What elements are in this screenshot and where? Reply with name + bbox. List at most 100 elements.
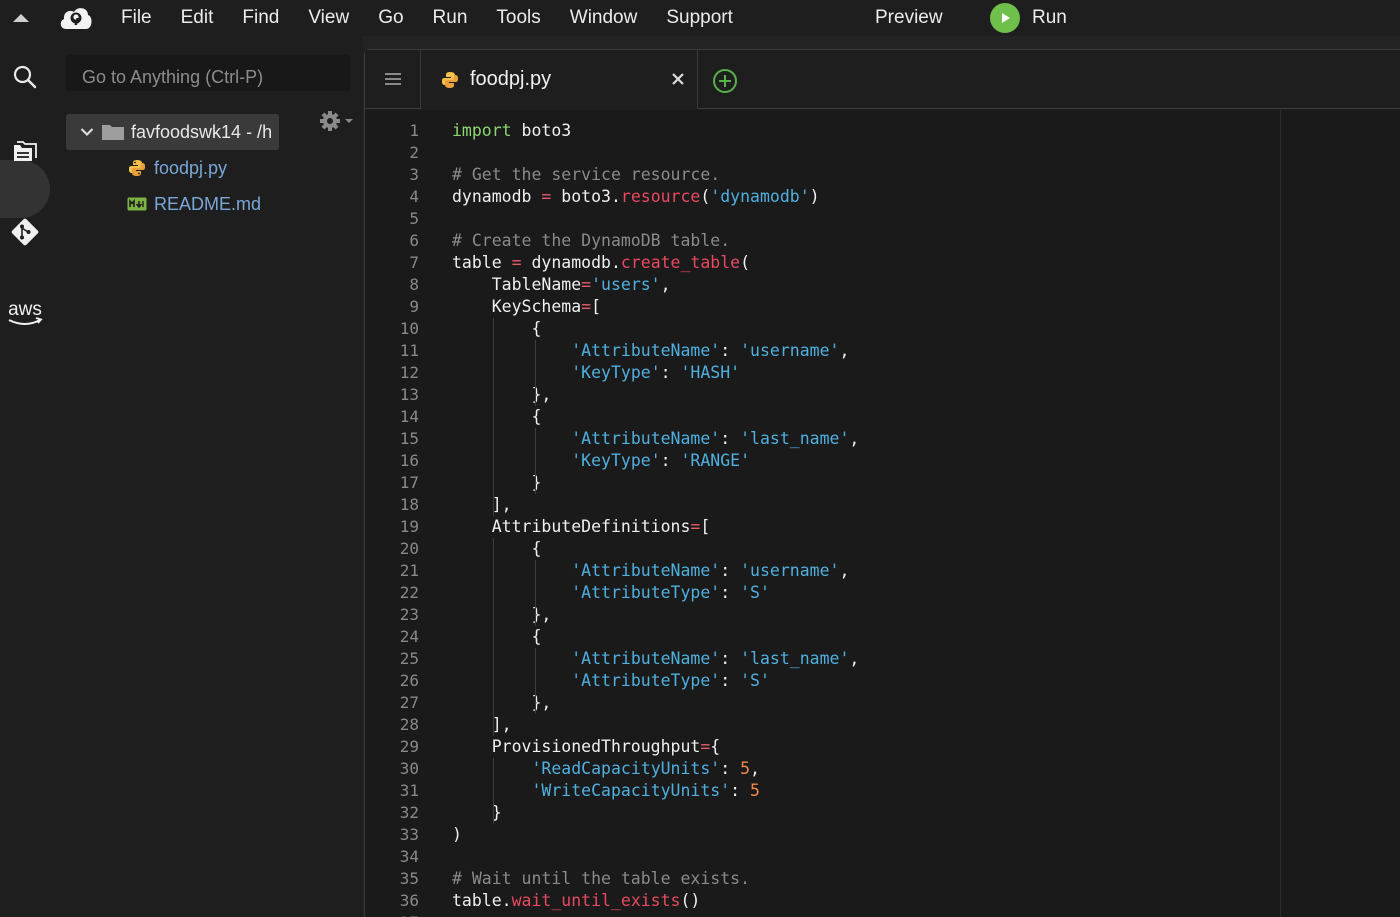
code-line: 24 { (365, 626, 1400, 648)
cloud9-logo[interactable] (58, 3, 94, 33)
indent-guide (534, 428, 536, 494)
line-number: 19 (399, 517, 419, 536)
run-button[interactable]: Run (990, 3, 1067, 33)
tab-foodpj[interactable]: foodpj.py (422, 50, 698, 109)
tab-list-button[interactable] (365, 50, 421, 108)
code-token: dynamodb. (521, 253, 621, 272)
line-source: { (452, 406, 541, 428)
line-number: 21 (399, 561, 419, 580)
code-line: 34 (365, 846, 1400, 868)
menu-tools[interactable]: Tools (496, 7, 540, 29)
cloud9-logo-icon (60, 8, 92, 29)
tree-file-foodpj[interactable]: foodpj.py (127, 155, 227, 181)
tree-settings-button[interactable] (318, 109, 356, 135)
menu-support[interactable]: Support (666, 7, 733, 29)
code-line: 33) (365, 824, 1400, 846)
code-token: 5 (740, 759, 751, 778)
code-line: 29 ProvisionedThroughput={ (365, 736, 1400, 758)
line-source: # Wait until the table exists. (452, 868, 750, 890)
tree-file-readme[interactable]: README.md (127, 191, 261, 217)
search-button[interactable] (0, 64, 50, 90)
workspace-root-folder[interactable]: favfoodswk14 - /h (66, 114, 279, 150)
menu-view[interactable]: View (308, 7, 349, 29)
close-icon[interactable] (670, 71, 686, 87)
line-source: table.wait_until_exists() (452, 890, 700, 912)
code-token: : (720, 649, 741, 668)
code-token: { (452, 539, 542, 558)
line-number: 2 (409, 143, 419, 162)
code-token: ], (452, 715, 512, 734)
line-number: 36 (399, 891, 419, 910)
code-token: 'dynamodb' (710, 187, 810, 206)
code-token: : (660, 363, 681, 382)
code-token: ], (452, 495, 512, 514)
code-token: 5 (750, 781, 760, 800)
tab-label: foodpj.py (470, 68, 552, 90)
line-number: 11 (399, 341, 419, 360)
line-source: ProvisionedThroughput={ (452, 736, 721, 758)
line-number: 34 (399, 847, 419, 866)
search-icon (13, 65, 37, 89)
menu-file[interactable]: File (121, 7, 152, 29)
code-token: 'username' (740, 341, 840, 360)
line-number: 13 (399, 385, 419, 404)
code-line: 1 import boto3 (365, 120, 1400, 142)
line-number: 18 (399, 495, 419, 514)
code-line: 17 } (365, 472, 1400, 494)
menu-go[interactable]: Go (378, 7, 403, 29)
code-line: 2 (365, 142, 1400, 164)
code-token: }, (452, 605, 552, 624)
aws-toolkit-button[interactable]: aws (0, 298, 50, 330)
code-token: AttributeDefinitions (452, 517, 691, 536)
code-token: = (541, 187, 552, 206)
code-token: # Wait until the table exists. (452, 869, 751, 888)
code-editor[interactable]: 1 import boto3 2 3 # Get the service resourc… (365, 110, 1400, 917)
line-source: 'AttributeType': 'S' (452, 670, 770, 692)
code-line: 21 'AttributeName': 'username', (365, 560, 1400, 582)
tab-bar: foodpj.py (365, 50, 1400, 109)
menu-edit[interactable]: Edit (181, 7, 214, 29)
line-source: dynamodb = boto3.resource('dynamodb') (452, 186, 820, 208)
code-token: : (720, 429, 741, 448)
menu-run[interactable]: Run (433, 7, 468, 29)
collapse-menu-button[interactable] (10, 10, 32, 26)
code-token: , (839, 561, 850, 580)
line-source: }, (452, 604, 551, 626)
source-control-button[interactable] (0, 217, 50, 247)
line-number: 22 (399, 583, 419, 602)
preview-button[interactable]: Preview (875, 7, 943, 29)
line-source: # Get the service resource. (452, 164, 720, 186)
code-token: # Create the DynamoDB table. (452, 231, 731, 250)
code-token: { (710, 737, 721, 756)
line-source: } (452, 472, 541, 494)
code-token: table. (452, 891, 512, 910)
main-menu: File Edit Find View Go Run Tools Window … (121, 0, 762, 36)
code-token: 'KeyType' (571, 451, 661, 470)
environment-button[interactable] (0, 139, 50, 165)
line-source: 'AttributeName': 'username', (452, 560, 849, 582)
code-token: 'AttributeName' (571, 341, 721, 360)
menu-find[interactable]: Find (242, 7, 279, 29)
code-line: 14 { (365, 406, 1400, 428)
code-line: 15 'AttributeName': 'last_name', (365, 428, 1400, 450)
aws-icon: aws (8, 299, 43, 325)
code-token: boto3 (511, 121, 572, 140)
code-token: 'ReadCapacityUnits' (531, 759, 721, 778)
code-token: # Get the service resource. (452, 165, 721, 184)
code-token: = (700, 737, 711, 756)
line-number: 5 (409, 209, 419, 228)
line-number: 24 (399, 627, 419, 646)
code-token: ) (452, 825, 462, 844)
indent-guide (534, 648, 536, 714)
go-to-anything-input[interactable] (66, 55, 350, 91)
code-line: 28 ], (365, 714, 1400, 736)
line-source: 'KeyType': 'RANGE' (452, 450, 750, 472)
line-number: 32 (399, 803, 419, 822)
run-label: Run (1032, 7, 1067, 28)
new-tab-icon[interactable] (712, 68, 738, 94)
code-line: 11 'AttributeName': 'username', (365, 340, 1400, 362)
menu-window[interactable]: Window (570, 7, 638, 29)
